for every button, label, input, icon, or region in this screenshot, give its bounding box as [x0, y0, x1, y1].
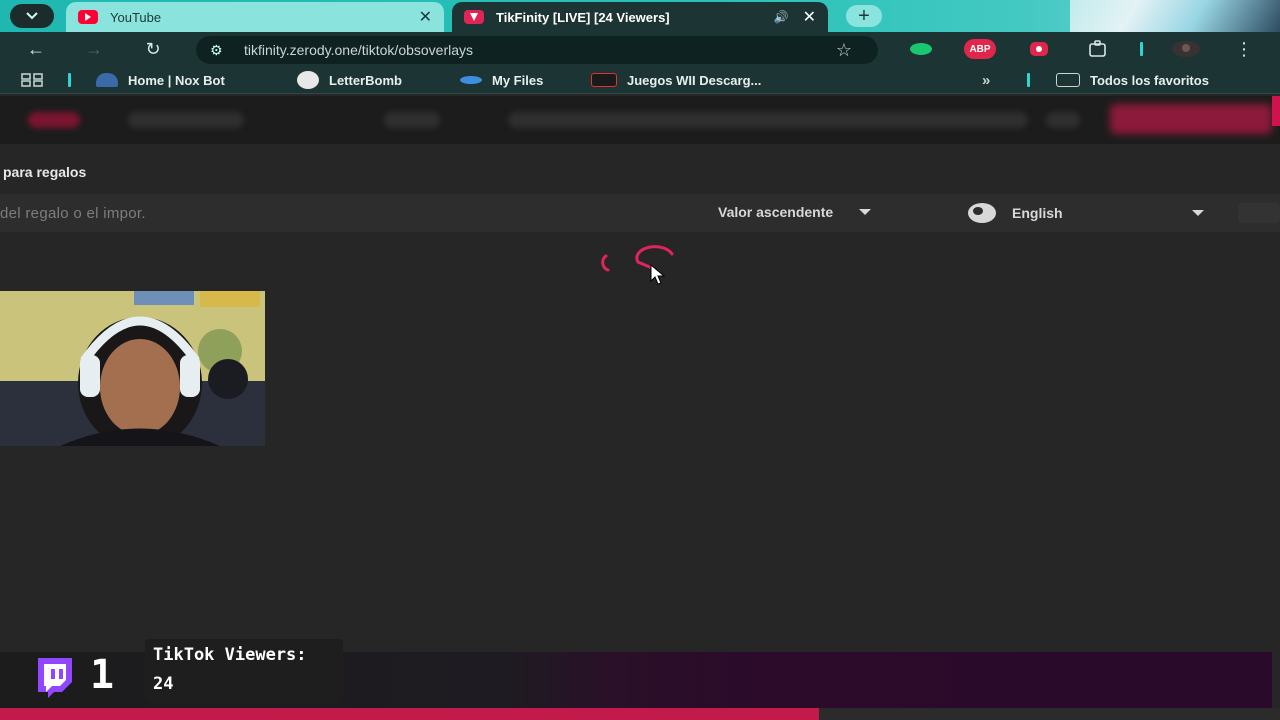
- bookmark-star-icon[interactable]: ☆: [836, 40, 852, 61]
- bookmark-label: Home | Nox Bot: [128, 72, 225, 88]
- adblock-icon[interactable]: ABP: [964, 39, 996, 59]
- globe-icon: [968, 203, 996, 223]
- tiktok-viewers-label: TikTok Viewers:: [153, 645, 307, 665]
- address-bar[interactable]: ⚙ tikfinity.zerody.one/tiktok/obsoverlay…: [196, 36, 878, 64]
- url-text: tikfinity.zerody.one/tiktok/obsoverlays: [244, 42, 474, 58]
- apps-grid-icon[interactable]: [20, 70, 46, 90]
- twitch-viewer-count: 1: [90, 652, 115, 698]
- tab-tikfinity[interactable]: TikFinity [LIVE] [24 Viewers] 🔊 ✕: [452, 2, 828, 32]
- myfiles-icon: [460, 76, 482, 84]
- mouse-cursor-icon: [650, 264, 666, 285]
- filter-row: del regalo o el impor. Valor ascendente …: [0, 194, 1280, 232]
- gt-icon: [591, 73, 617, 87]
- puzzle-extensions-icon[interactable]: [1084, 39, 1112, 59]
- site-info-icon[interactable]: ⚙: [210, 42, 236, 59]
- tiktok-viewers-widget: TikTok Viewers: 24: [145, 639, 343, 703]
- streamer-image: [0, 291, 265, 446]
- new-tab-button[interactable]: +: [846, 5, 882, 27]
- logo-blur: [28, 112, 80, 128]
- header-item-blur: [384, 112, 440, 128]
- tab-title: YouTube: [110, 9, 162, 25]
- caret-down-icon: [1192, 210, 1204, 216]
- stream-progress-fill: [0, 708, 820, 720]
- tab-strip: YouTube ✕ TikFinity [LIVE] [24 Viewers] …: [0, 0, 1280, 32]
- tab-youtube[interactable]: YouTube ✕: [66, 2, 444, 32]
- header-item-blur: [1046, 112, 1080, 128]
- bookmark-label: My Files: [492, 72, 544, 88]
- twitch-icon: [38, 658, 72, 698]
- bookmark-label: LetterBomb: [329, 72, 402, 88]
- close-tab-icon[interactable]: ✕: [419, 7, 432, 27]
- cloud-extension-icon[interactable]: [906, 39, 936, 59]
- bookmark-divider: [1027, 73, 1030, 87]
- toolbar-divider: [1140, 42, 1143, 56]
- forward-arrow-icon[interactable]: →: [82, 37, 106, 61]
- more-bookmarks-button[interactable]: »: [982, 70, 990, 90]
- reload-icon[interactable]: ↻: [141, 37, 165, 61]
- webcam-feed: [0, 291, 265, 446]
- letterbomb-icon: [297, 71, 319, 89]
- all-bookmarks-folder[interactable]: Todos los favoritos: [1056, 70, 1209, 90]
- bookmark-label: Todos los favoritos: [1090, 72, 1209, 88]
- youtube-icon: [78, 10, 98, 24]
- caret-down-icon: [859, 209, 872, 215]
- bookmarks-bar: Home | Nox Bot LetterBomb My Files Juego…: [0, 66, 1280, 94]
- breadcrumb-blur: [508, 112, 1028, 128]
- header-item-blur: [128, 112, 244, 128]
- language-value: English: [1012, 205, 1063, 221]
- nox-bot-icon: [96, 73, 118, 87]
- app-header-blurred: [0, 96, 1280, 144]
- tikfinity-icon: [464, 10, 484, 24]
- avatar[interactable]: [1170, 39, 1202, 59]
- page-scrollbar[interactable]: [1272, 96, 1280, 126]
- sort-select[interactable]: Valor ascendente: [718, 204, 872, 220]
- theme-artwork: [1070, 0, 1280, 32]
- bookmark-letterbomb[interactable]: LetterBomb: [297, 70, 402, 90]
- bookmark-my-files[interactable]: My Files: [460, 70, 543, 90]
- bookmark-divider: [68, 73, 71, 87]
- speaker-icon[interactable]: 🔊: [774, 10, 789, 24]
- loading-spinner-icon: [601, 245, 674, 272]
- language-select[interactable]: English: [968, 203, 1204, 223]
- bookmark-nox-bot[interactable]: Home | Nox Bot: [96, 70, 225, 90]
- chevron-down-icon: [26, 12, 38, 20]
- browser-toolbar: ← → ↻ ⚙ tikfinity.zerody.one/tiktok/obso…: [0, 32, 1280, 66]
- stream-progress-bar: [0, 708, 1280, 720]
- section-title: para regalos: [3, 164, 87, 180]
- bookmark-label: Juegos WII Descarg...: [627, 72, 762, 88]
- close-tab-icon[interactable]: ✕: [803, 7, 816, 27]
- record-extension-icon[interactable]: [1026, 39, 1052, 59]
- tiktok-viewers-value: 24: [153, 674, 174, 694]
- tab-search-button[interactable]: [10, 4, 54, 28]
- sort-value: Valor ascendente: [718, 204, 834, 220]
- bookmark-juegos-wii[interactable]: Juegos WII Descarg...: [591, 70, 761, 90]
- header-action-button[interactable]: [1110, 104, 1272, 134]
- gift-search-input[interactable]: del regalo o el impor.: [0, 205, 146, 222]
- kebab-menu-icon[interactable]: ⋮: [1232, 37, 1256, 61]
- tab-title: TikFinity [LIVE] [24 Viewers]: [496, 9, 670, 25]
- folder-icon: [1056, 73, 1080, 87]
- filter-extra-control[interactable]: [1238, 203, 1280, 223]
- back-arrow-icon[interactable]: ←: [24, 37, 48, 61]
